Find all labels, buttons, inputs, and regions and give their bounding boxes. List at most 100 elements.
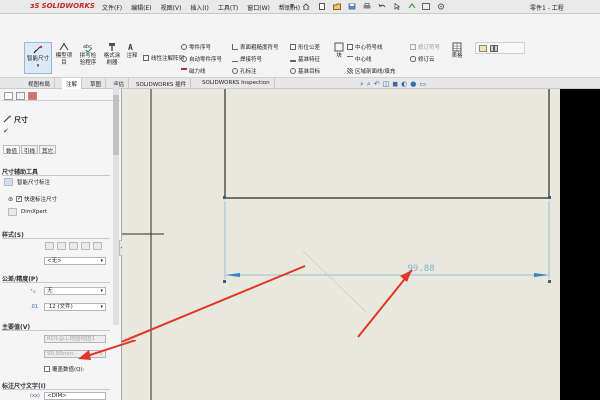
section-view-icon[interactable]: ◫ (383, 80, 393, 88)
table-icon (452, 42, 462, 52)
tolerance-type-select[interactable]: 无 ▾ (44, 287, 106, 295)
override-value-checkbox[interactable] (44, 366, 50, 372)
quick-dim-option[interactable]: ⊜快速标注尺寸 (8, 195, 57, 203)
add-style-icon[interactable] (57, 242, 66, 250)
geometric-tolerance-button[interactable]: 形位公差 (290, 43, 320, 51)
tile-icon[interactable] (490, 45, 498, 52)
feature-manager-tab-icon[interactable] (4, 92, 13, 100)
chevron-down-icon: ▾ (100, 258, 103, 264)
datum-target-button[interactable]: 基准目标 (290, 67, 320, 75)
configuration-manager-tab-icon[interactable] (28, 92, 37, 100)
center-mark-icon (347, 44, 353, 50)
grip-handle[interactable] (223, 196, 226, 199)
view-heads-up-toolbar (475, 42, 525, 54)
ok-check-icon[interactable]: ✔ (3, 127, 9, 135)
save-icon[interactable] (348, 3, 356, 10)
delete-style-icon[interactable] (69, 242, 78, 250)
red-arrow-shaft (357, 269, 413, 338)
center-mark-button[interactable]: 中心符号线 (347, 43, 383, 51)
precision-select[interactable]: .12 (文件) ▾ (44, 303, 106, 311)
spell-check-button[interactable]: abc 拼写检 验程序 (77, 42, 99, 67)
drawing-sheet[interactable]: 99.88 (122, 89, 560, 400)
note-icon: A (128, 43, 133, 52)
menu-bar: 文件(F) 编辑(E) 视图(V) 插入(I) 工具(T) 窗口(W) 帮助(H… (102, 3, 309, 12)
open-file-icon[interactable] (333, 3, 341, 10)
home-icon[interactable] (302, 3, 310, 10)
menu-file[interactable]: 文件(F) (102, 3, 122, 12)
apply-style-icon[interactable] (45, 242, 54, 250)
tab-value[interactable]: 数值 (3, 145, 21, 155)
grip-handle[interactable] (223, 280, 226, 283)
weld-symbol-icon (232, 56, 238, 62)
model-items-icon (59, 43, 69, 51)
menu-edit[interactable]: 编辑(E) (131, 3, 151, 12)
datum-feature-button[interactable]: 基准特征 (290, 55, 320, 63)
quick-dim-checkbox[interactable] (16, 195, 22, 202)
surface-finish-button[interactable]: 表面粗糙度符号 (232, 43, 279, 51)
tab-solidworks-inspection[interactable]: SOLIDWORKS Inspection (198, 78, 275, 89)
centerline-icon (347, 56, 353, 62)
tab-view-layout[interactable]: 视图布局 (24, 78, 56, 89)
pin-icon[interactable] (288, 3, 296, 10)
magnetic-line-icon (181, 68, 187, 74)
monitor-icon[interactable]: ▭ (419, 80, 429, 88)
print-icon[interactable] (363, 3, 371, 10)
smart-dimension-button[interactable]: 智能尺寸 ▾ (24, 42, 52, 74)
model-items-button[interactable]: 模型项目 (54, 42, 74, 67)
appearance-icon[interactable]: ● (410, 80, 419, 88)
view-layout-icon[interactable] (479, 45, 487, 52)
balloon-icon (181, 44, 187, 50)
dimension-value-text[interactable]: 99.88 (407, 264, 434, 274)
load-style-icon[interactable] (93, 242, 102, 250)
grip-handle[interactable] (548, 280, 551, 283)
block-button[interactable]: 块 (333, 42, 345, 60)
menu-insert[interactable]: 插入(I) (190, 3, 208, 12)
tab-evaluate[interactable]: 评估 (109, 78, 130, 89)
format-painter-button[interactable]: 格式涂 刷器 (101, 42, 123, 67)
menu-window[interactable]: 窗口(W) (247, 3, 270, 12)
hide-show-icon[interactable]: ◐ (401, 80, 410, 88)
new-file-icon[interactable] (318, 3, 326, 10)
tables-button[interactable]: 表格 (448, 42, 466, 60)
smart-dimension-icon (33, 45, 43, 54)
weld-symbol-button[interactable]: 焊接符号 (232, 55, 262, 63)
dimension-arrow-left (225, 273, 240, 277)
balloon-button[interactable]: 零件序号 (181, 43, 211, 51)
hole-callout-button[interactable]: 孔标注 (232, 67, 257, 75)
revision-symbol-button[interactable]: 修订符号 (410, 43, 440, 51)
tab-annotation[interactable]: 注解 (62, 78, 83, 89)
tab-solidworks-addins[interactable]: SOLIDWORKS 插件 (132, 78, 192, 89)
linear-note-pattern-button[interactable]: 线性注解阵列 (143, 54, 184, 62)
zoom-to-fit-icon[interactable]: ⌕ (360, 80, 367, 88)
revision-cloud-button[interactable]: 修订云 (410, 55, 435, 63)
menu-tools[interactable]: 工具(T) (218, 3, 238, 12)
solidworks-window: ᴣS SOLIDWORKS 文件(F) 编辑(E) 视图(V) 插入(I) 工具(… (0, 0, 600, 400)
style-select[interactable]: <无> ▾ (44, 257, 106, 265)
display-style-icon[interactable]: ◼ (392, 80, 401, 88)
area-hatch-button[interactable]: 区域剖面线/填充 (347, 67, 395, 75)
grip-handle[interactable] (548, 196, 551, 199)
rebuild-icon[interactable] (408, 3, 416, 10)
auto-balloon-button[interactable]: 自动零件序号 (181, 55, 222, 63)
undo-icon[interactable] (378, 3, 386, 10)
red-arrow-head (400, 270, 412, 282)
property-manager-tab-icon[interactable] (16, 92, 25, 100)
precision-icon: .01 (30, 304, 38, 310)
tab-sketch[interactable]: 草图 (86, 78, 107, 89)
smart-dim-option[interactable]: 智能尺寸标注 (4, 178, 50, 186)
menu-view[interactable]: 视图(V) (161, 3, 182, 12)
previous-view-icon[interactable]: ↶ (374, 80, 383, 88)
tab-leaders[interactable]: 引线 (21, 145, 39, 155)
select-icon[interactable] (393, 3, 401, 10)
scrollbar-thumb[interactable] (113, 95, 119, 155)
options-icon[interactable] (437, 3, 445, 10)
zoom-area-icon[interactable]: ⌕ (367, 80, 374, 88)
save-style-icon[interactable] (81, 242, 90, 250)
file-properties-icon[interactable] (422, 3, 430, 10)
note-button[interactable]: A 注释 (124, 42, 140, 60)
centerline-button[interactable]: 中心线 (347, 55, 372, 63)
magnetic-line-button[interactable]: 磁力线 (181, 67, 206, 75)
dimxpert-option[interactable]: DimXpert (8, 208, 47, 216)
tab-other[interactable]: 其它 (39, 145, 57, 155)
dim-text-field[interactable]: <DIM> (44, 392, 106, 400)
